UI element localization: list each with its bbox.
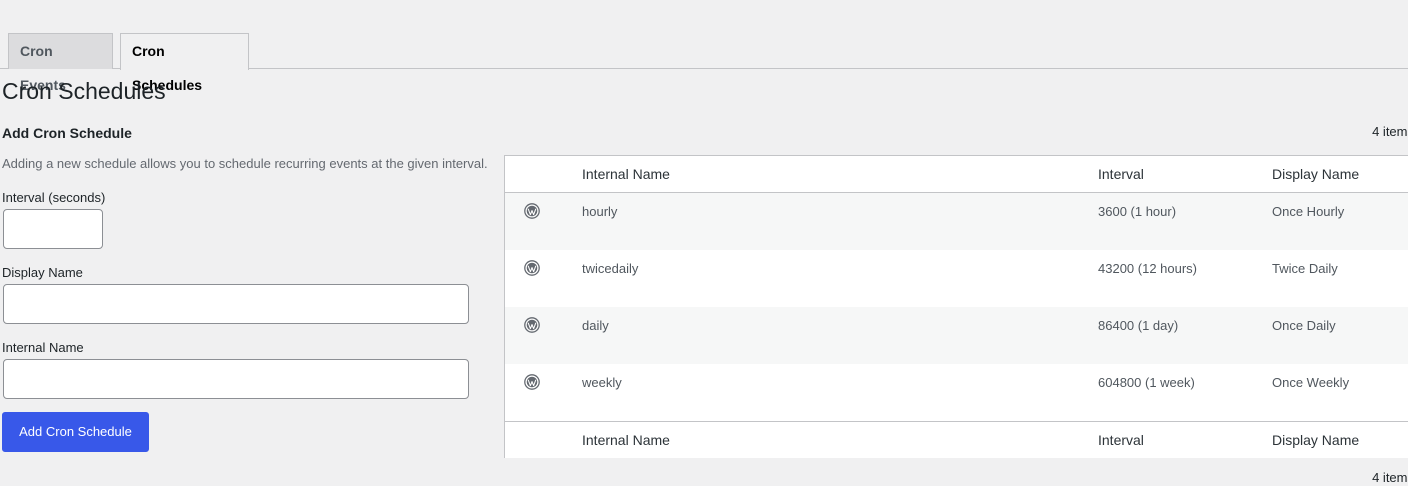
schedule-interval: 43200 (12 hours)	[1098, 261, 1198, 276]
form-title: Add Cron Schedule	[2, 125, 132, 141]
internal-name-input[interactable]	[3, 359, 469, 399]
schedule-display-name: Twice Daily	[1272, 261, 1338, 276]
interval-input[interactable]	[3, 209, 103, 249]
schedule-internal-name: daily	[582, 318, 609, 333]
column-header-interval[interactable]: Interval	[1098, 156, 1144, 192]
schedule-display-name: Once Hourly	[1272, 204, 1345, 219]
table-row: daily 86400 (1 day) Once Daily	[505, 307, 1408, 364]
schedule-interval: 604800 (1 week)	[1098, 375, 1195, 390]
wordpress-icon	[524, 374, 540, 390]
column-footer-internal-name[interactable]: Internal Name	[582, 422, 670, 458]
table-row: twicedaily 43200 (12 hours) Twice Daily	[505, 250, 1408, 307]
schedule-interval: 86400 (1 day)	[1098, 318, 1179, 333]
interval-label: Interval (seconds)	[2, 190, 106, 205]
internal-name-label: Internal Name	[2, 340, 84, 355]
items-count-top: 4 items	[1372, 124, 1408, 139]
wordpress-icon	[524, 203, 540, 219]
page-title: Cron Schedules	[2, 78, 166, 104]
schedule-internal-name: hourly	[582, 204, 618, 219]
table-row: hourly 3600 (1 hour) Once Hourly	[505, 193, 1408, 250]
table-row: weekly 604800 (1 week) Once Weekly	[505, 364, 1408, 421]
tab-cron-events[interactable]: Cron Events	[8, 33, 113, 93]
schedule-display-name: Once Daily	[1272, 318, 1336, 333]
schedule-interval: 3600 (1 hour)	[1098, 204, 1177, 219]
column-footer-interval[interactable]: Interval	[1098, 422, 1144, 458]
schedule-internal-name: twicedaily	[582, 261, 639, 276]
wordpress-icon	[524, 317, 540, 333]
form-description: Adding a new schedule allows you to sche…	[2, 156, 488, 171]
display-name-input[interactable]	[3, 284, 469, 324]
table-footer: Internal Name Interval Display Name	[505, 421, 1408, 458]
column-header-internal-name[interactable]: Internal Name	[582, 156, 670, 192]
schedule-display-name: Once Weekly	[1272, 375, 1350, 390]
schedule-internal-name: weekly	[582, 375, 622, 390]
nav-tab-wrapper: Cron Events Cron Schedules	[0, 33, 1408, 93]
add-cron-schedule-button[interactable]: Add Cron Schedule	[2, 412, 149, 452]
display-name-label: Display Name	[2, 265, 83, 280]
column-header-display-name[interactable]: Display Name	[1272, 156, 1359, 192]
items-count-bottom: 4 items	[1372, 470, 1408, 485]
column-footer-display-name[interactable]: Display Name	[1272, 422, 1359, 458]
schedules-table: Internal Name Interval Display Name hour…	[504, 155, 1408, 458]
table-header: Internal Name Interval Display Name	[505, 156, 1408, 193]
tab-cron-schedules[interactable]: Cron Schedules	[120, 33, 249, 93]
wordpress-icon	[524, 260, 540, 276]
